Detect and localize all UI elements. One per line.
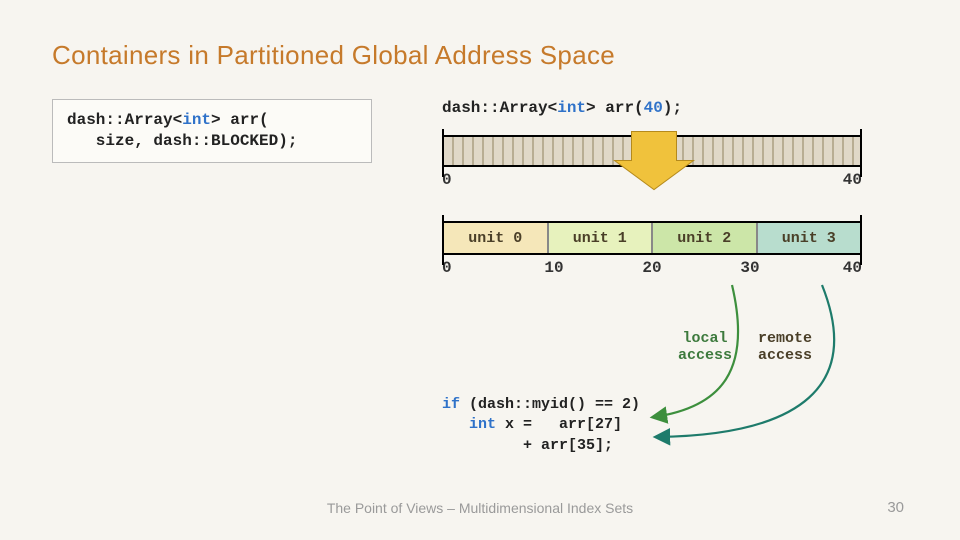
tick-label: 40 (834, 259, 862, 277)
unit-cell: unit 2 (653, 223, 758, 253)
code-text: > arr( (211, 111, 269, 129)
unit-label: unit 1 (573, 230, 627, 247)
unit-row: unit 0 unit 1 unit 2 unit 3 (442, 221, 862, 255)
left-code-block: dash::Array<int> arr( size, dash::BLOCKE… (52, 99, 372, 163)
code-text (442, 416, 469, 433)
code-text: size, dash::BLOCKED); (67, 132, 297, 150)
code-text: (dash::myid() == 2) (460, 396, 640, 413)
global-array-bar (442, 135, 862, 167)
unit-label: unit 0 (468, 230, 522, 247)
unit-label: unit 3 (782, 230, 836, 247)
unit-cell: unit 0 (444, 223, 549, 253)
keyword-int: int (469, 416, 496, 433)
code-text: > arr( (586, 99, 644, 117)
page-number: 30 (887, 499, 904, 516)
code-text: x = arr[27] (496, 416, 622, 433)
code-text: dash::Array< (67, 111, 182, 129)
diagram-area: 0 40 unit 0 unit 1 unit 2 unit 3 0 10 20… (442, 135, 862, 277)
tick-label: 30 (736, 259, 764, 277)
tick-label: 0 (442, 259, 470, 277)
tick-label: 10 (540, 259, 568, 277)
number-literal: 40 (644, 99, 663, 117)
keyword-int: int (557, 99, 586, 117)
keyword-if: if (442, 396, 460, 413)
code-text: + arr[35]; (442, 437, 613, 454)
unit-cell: unit 3 (758, 223, 861, 253)
unit-ticks: 0 10 20 30 40 (442, 259, 862, 277)
code-text: ); (663, 99, 682, 117)
code-text: dash::Array< (442, 99, 557, 117)
unit-label: unit 2 (677, 230, 731, 247)
unit-cell: unit 1 (549, 223, 654, 253)
footer-text: The Point of Views – Multidimensional In… (0, 500, 960, 516)
slide-title: Containers in Partitioned Global Address… (52, 40, 908, 71)
bottom-code-block: if (dash::myid() == 2) int x = arr[27] +… (442, 395, 640, 456)
keyword-int: int (182, 111, 211, 129)
local-access-label: local access (678, 330, 732, 365)
remote-access-label: remote access (758, 330, 812, 365)
decompose-arrow-icon (631, 131, 692, 189)
right-code-line: dash::Array<int> arr(40); (442, 99, 908, 117)
tick-label: 20 (638, 259, 666, 277)
